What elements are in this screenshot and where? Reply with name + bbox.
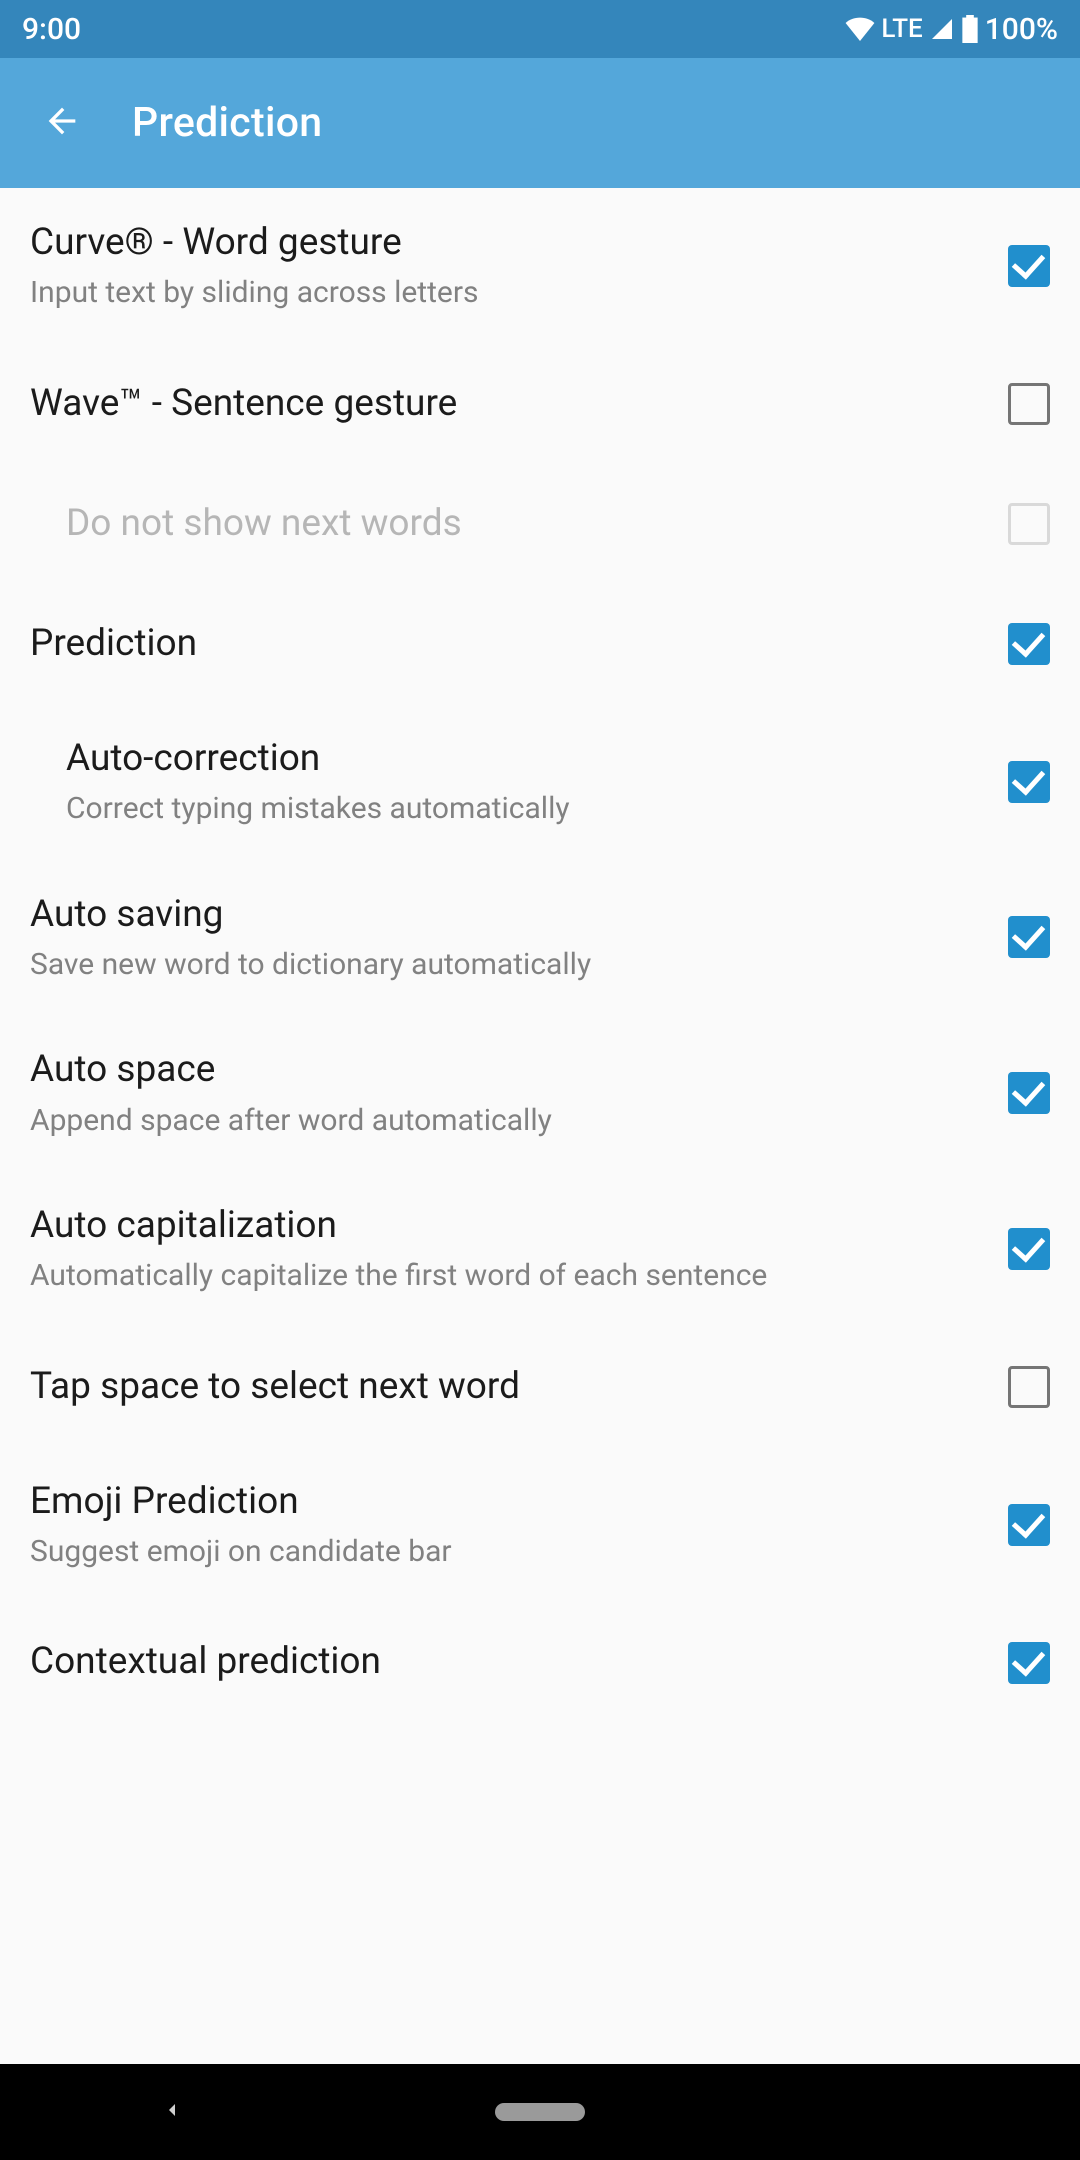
setting-texts: Emoji Prediction Suggest emoji on candida… — [30, 1479, 1008, 1571]
setting-texts: Tap space to select next word — [30, 1364, 1008, 1410]
setting-row[interactable]: Contextual prediction — [0, 1603, 1080, 1723]
setting-checkbox[interactable] — [1008, 1228, 1050, 1270]
setting-subtitle: Save new word to dictionary automaticall… — [30, 946, 988, 984]
setting-row[interactable]: Auto capitalization Automatically capital… — [0, 1171, 1080, 1327]
setting-checkbox[interactable] — [1008, 1642, 1050, 1684]
setting-row: Do not show next words — [0, 464, 1080, 584]
setting-checkbox[interactable] — [1008, 1366, 1050, 1408]
wifi-icon — [845, 17, 875, 41]
status-right: LTE 100% — [845, 12, 1058, 47]
setting-checkbox[interactable] — [1008, 245, 1050, 287]
setting-title: Prediction — [30, 621, 988, 667]
setting-title: Emoji Prediction — [30, 1479, 988, 1525]
setting-checkbox[interactable] — [1008, 1504, 1050, 1546]
setting-row[interactable]: Tap space to select next word — [0, 1327, 1080, 1447]
nav-home-pill[interactable] — [495, 2103, 585, 2121]
setting-checkbox[interactable] — [1008, 916, 1050, 958]
setting-row[interactable]: Auto-correction Correct typing mistakes a… — [0, 704, 1080, 860]
setting-title: Tap space to select next word — [30, 1364, 988, 1410]
setting-row[interactable]: Auto saving Save new word to dictionary a… — [0, 860, 1080, 1016]
setting-subtitle: Append space after word automatically — [30, 1102, 988, 1140]
setting-texts: Auto saving Save new word to dictionary a… — [30, 892, 1008, 984]
setting-title: Auto capitalization — [30, 1203, 988, 1249]
setting-subtitle: Automatically capitalize the first word … — [30, 1257, 988, 1295]
setting-texts: Contextual prediction — [30, 1639, 1008, 1685]
setting-title: Wave™ - Sentence gesture — [30, 381, 988, 427]
setting-checkbox[interactable] — [1008, 1072, 1050, 1114]
network-label: LTE — [881, 14, 922, 44]
setting-texts: Auto-correction Correct typing mistakes a… — [66, 736, 1008, 828]
setting-title: Auto saving — [30, 892, 988, 938]
settings-list[interactable]: Curve® - Word gesture Input text by slidi… — [0, 188, 1080, 2064]
app-bar: Prediction — [0, 58, 1080, 188]
setting-subtitle: Suggest emoji on candidate bar — [30, 1533, 988, 1571]
setting-row[interactable]: Wave™ - Sentence gesture — [0, 344, 1080, 464]
battery-percent: 100% — [985, 12, 1058, 47]
status-bar: 9:00 LTE 100% — [0, 0, 1080, 58]
setting-title: Contextual prediction — [30, 1639, 988, 1685]
system-nav-bar — [0, 2064, 1080, 2160]
setting-title: Do not show next words — [66, 501, 988, 547]
signal-icon — [929, 17, 955, 41]
setting-row[interactable]: Auto space Append space after word automa… — [0, 1015, 1080, 1171]
arrow-left-icon — [42, 101, 82, 145]
setting-checkbox — [1008, 503, 1050, 545]
setting-texts: Auto space Append space after word automa… — [30, 1047, 1008, 1139]
status-time: 9:00 — [22, 12, 81, 47]
setting-checkbox[interactable] — [1008, 623, 1050, 665]
setting-texts: Wave™ - Sentence gesture — [30, 381, 1008, 427]
back-button[interactable] — [32, 93, 92, 153]
setting-subtitle: Input text by sliding across letters — [30, 274, 988, 312]
setting-subtitle: Correct typing mistakes automatically — [66, 790, 988, 828]
setting-checkbox[interactable] — [1008, 761, 1050, 803]
setting-texts: Prediction — [30, 621, 1008, 667]
battery-icon — [961, 15, 979, 43]
page-title: Prediction — [132, 99, 322, 147]
setting-texts: Curve® - Word gesture Input text by slidi… — [30, 220, 1008, 312]
setting-title: Auto space — [30, 1047, 988, 1093]
setting-title: Auto-correction — [66, 736, 988, 782]
setting-texts: Do not show next words — [66, 501, 1008, 547]
setting-row[interactable]: Prediction — [0, 584, 1080, 704]
setting-checkbox[interactable] — [1008, 383, 1050, 425]
setting-title: Curve® - Word gesture — [30, 220, 988, 266]
setting-row[interactable]: Emoji Prediction Suggest emoji on candida… — [0, 1447, 1080, 1603]
setting-texts: Auto capitalization Automatically capital… — [30, 1203, 1008, 1295]
nav-back-button[interactable] — [160, 2098, 184, 2126]
setting-row[interactable]: Curve® - Word gesture Input text by slidi… — [0, 188, 1080, 344]
